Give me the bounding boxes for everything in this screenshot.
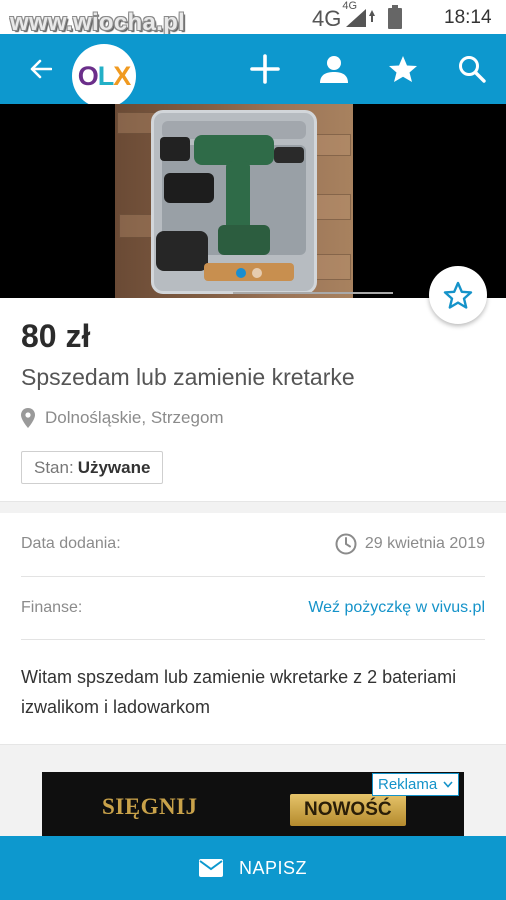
location-pin-icon: [21, 408, 35, 428]
listing-photo: [115, 104, 353, 298]
logo-letter-o: O: [77, 60, 99, 91]
status-bar: www.wiocha.pl 4G4G 18:14: [0, 0, 506, 36]
gallery-pagination: [236, 268, 262, 278]
ad-headline: SIĘGNIJ: [102, 794, 198, 819]
date-added-value-wrap: 29 kwietnia 2019: [335, 533, 485, 555]
divider: [21, 576, 485, 577]
listing-location[interactable]: Dolnośląskie, Strzegom: [21, 408, 224, 428]
clock: 18:14: [444, 7, 492, 28]
star-icon: [389, 56, 417, 82]
finance-row: Finanse: Weź pożyczkę w vivus.pl: [21, 596, 485, 620]
favorites-button[interactable]: [378, 34, 428, 104]
network-type: 4G: [312, 6, 342, 31]
gallery-scroll-indicator: [233, 292, 393, 294]
back-button[interactable]: [16, 34, 66, 104]
ad-badge: NOWOŚĆ: [290, 794, 406, 826]
watermark: www.wiocha.pl: [10, 9, 186, 36]
logo-letter-l: L: [97, 60, 114, 91]
back-arrow-icon: [30, 59, 52, 79]
olx-logo[interactable]: OLX: [72, 44, 136, 108]
section-divider: [0, 501, 506, 513]
search-button[interactable]: [447, 34, 497, 104]
plus-icon: [250, 54, 280, 84]
ad-label-text: Reklama: [378, 776, 438, 793]
listing-description: Witam spszedam lub zamienie wkretarke z …: [21, 667, 457, 717]
message-button[interactable]: NAPISZ: [0, 836, 506, 900]
listing-price: 80 zł: [21, 318, 91, 354]
signal-icon: [346, 9, 375, 27]
screen: www.wiocha.pl 4G4G 18:14 O L X 80 zł Sps…: [0, 0, 506, 900]
chevron-down-icon: [443, 781, 453, 788]
date-added-label: Data dodania:: [21, 535, 121, 552]
account-button[interactable]: [309, 34, 359, 104]
ad-label[interactable]: Reklama: [372, 773, 460, 796]
listing-title: Spszedam lub zamienie kretarke: [21, 364, 355, 390]
divider: [21, 639, 485, 640]
condition-label: Stan:: [34, 457, 74, 477]
add-to-favorites-button[interactable]: [429, 266, 487, 324]
add-listing-button[interactable]: [240, 34, 290, 104]
condition-chip: Stan: Używane: [21, 451, 164, 484]
tool-case: [151, 110, 317, 294]
location-text: Dolnośląskie, Strzegom: [45, 408, 224, 427]
condition-value: Używane: [77, 457, 151, 477]
star-outline-icon: [443, 281, 473, 309]
date-added-value: 29 kwietnia 2019: [364, 535, 485, 552]
battery-icon: [388, 5, 402, 29]
logo-letter-x: X: [113, 60, 131, 91]
search-icon: [459, 56, 486, 83]
person-icon: [320, 56, 348, 83]
pagination-dot[interactable]: [252, 268, 262, 278]
finance-label: Finanse:: [21, 599, 83, 616]
date-added-row: Data dodania: 29 kwietnia 2019: [21, 532, 485, 556]
finance-link[interactable]: Weź pożyczkę w vivus.pl: [308, 599, 485, 617]
pagination-dot-active[interactable]: [236, 268, 246, 278]
mail-icon: [198, 859, 223, 877]
clock-icon: [335, 533, 357, 555]
message-button-label: NAPISZ: [238, 857, 307, 878]
